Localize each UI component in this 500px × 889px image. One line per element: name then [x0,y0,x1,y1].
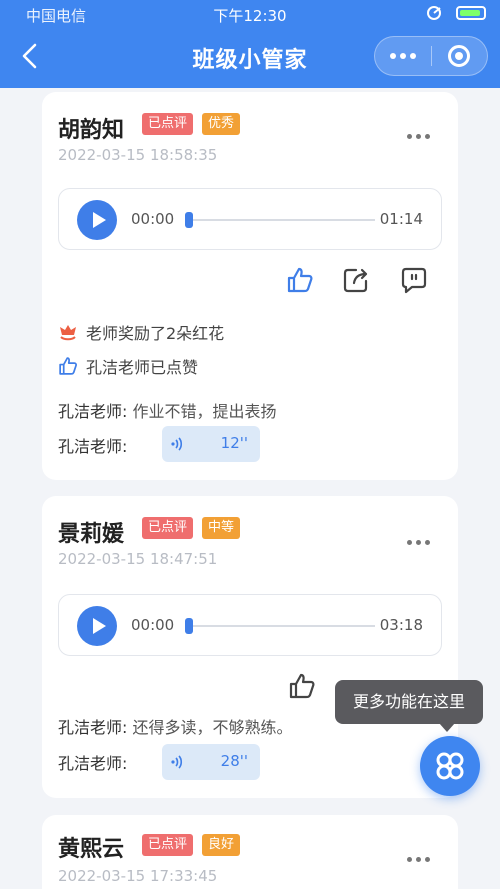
close-circle-icon[interactable] [432,45,488,67]
grade-tag: 优秀 [202,113,241,135]
audio-player: 00:00 01:14 [58,188,442,250]
progress-track[interactable] [187,219,375,221]
share-icon[interactable] [342,266,370,294]
comment-text: 作业不错，提出表扬 [132,402,277,421]
more-dots-icon[interactable] [375,53,431,59]
teacher-comment: 孔洁老师: 还得多读，不够熟练。 [58,714,293,738]
flower-icon [60,325,76,341]
comment-author: 孔洁老师: [58,402,128,421]
voice-wave-icon [171,755,183,769]
student-name: 景莉媛 [58,522,125,547]
like-text: 孔洁老师已点赞 [86,358,199,377]
status-icons [426,6,486,20]
homework-card: 黄熙云 已点评 良好 2022-03-15 17:33:45 [42,815,458,889]
thumbs-up-icon[interactable] [288,672,316,700]
thumbs-up-icon[interactable] [286,266,314,294]
features-fab[interactable] [420,736,480,796]
duration: 03:18 [379,616,423,634]
app-header: 中国电信 下午12:30 班级小管家 [0,0,500,88]
student-name: 黄熙云 [58,837,125,862]
battery-icon [456,6,486,20]
submit-time: 2022-03-15 18:58:35 [58,146,218,164]
signal-icon [427,6,441,20]
voice-length: 28'' [220,752,248,770]
duration: 01:14 [379,210,423,228]
play-icon[interactable] [77,606,117,646]
progress-track[interactable] [187,625,375,627]
grade-tag: 良好 [202,834,241,856]
comment-text: 还得多读，不够熟练。 [132,718,293,737]
comment-author: 孔洁老师: [58,718,128,737]
reviewed-tag: 已点评 [142,834,194,856]
thumbs-up-small-icon [59,357,77,375]
voice-message[interactable]: 28'' [162,744,260,780]
voice-wave-icon [171,437,183,451]
voice-message[interactable]: 12'' [162,426,260,462]
student-name: 胡韵知 [58,118,125,143]
homework-card: 景莉媛 已点评 中等 2022-03-15 18:47:51 00:00 03:… [42,496,458,798]
homework-card: 胡韵知 已点评 优秀 2022-03-15 18:58:35 00:00 01:… [42,92,458,480]
more-options-icon[interactable] [407,134,430,139]
mini-program-capsule [374,36,488,76]
teacher-comment: 孔洁老师: 作业不错，提出表扬 [58,398,277,422]
voice-comment-label: 孔洁老师: [58,437,128,456]
comment-icon[interactable] [400,266,428,294]
more-options-icon[interactable] [407,857,430,862]
more-options-icon[interactable] [407,540,430,545]
current-time: 00:00 [131,616,175,634]
reviewed-tag: 已点评 [142,113,194,135]
voice-length: 12'' [220,434,248,452]
progress-handle[interactable] [185,212,193,228]
grade-tag: 中等 [202,517,241,539]
submit-time: 2022-03-15 17:33:45 [58,867,218,885]
submit-time: 2022-03-15 18:47:51 [58,550,218,568]
reviewed-tag: 已点评 [142,517,194,539]
reward-text: 老师奖励了2朵红花 [86,324,225,343]
grid-menu-icon [436,752,464,780]
more-features-tooltip: 更多功能在这里 [335,680,483,732]
play-icon[interactable] [77,200,117,240]
reward-row: 老师奖励了2朵红花 [58,320,224,344]
audio-player: 00:00 03:18 [58,594,442,656]
nav-bar: 班级小管家 [0,34,500,80]
like-row: 孔洁老师已点赞 [58,354,198,378]
status-bar: 中国电信 下午12:30 [0,0,500,30]
progress-handle[interactable] [185,618,193,634]
current-time: 00:00 [131,210,175,228]
clock: 下午12:30 [213,7,287,25]
voice-comment-label: 孔洁老师: [58,754,128,773]
